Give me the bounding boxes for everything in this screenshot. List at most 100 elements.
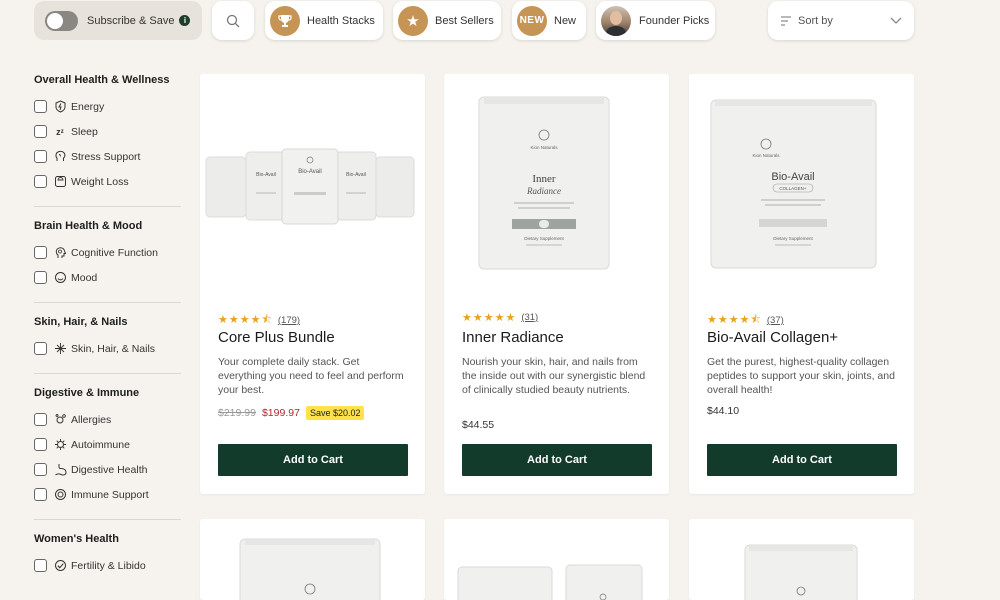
filter-autoimmune[interactable]: Autoimmune [34, 432, 181, 457]
product-title[interactable]: Inner Radiance [462, 329, 564, 346]
pouch-note: Dietary Supplement [773, 236, 813, 241]
filter-label: Stress Support [71, 150, 141, 163]
filter-group-skin-hair-nails: Skin, Hair, & Nails Skin, Hair, & Nails [34, 316, 181, 374]
save-badge: Save $20.02 [305, 406, 365, 420]
product-card[interactable] [444, 519, 669, 600]
stomach-icon [53, 463, 67, 477]
checkbox[interactable] [34, 463, 47, 476]
filter-group-title: Overall Health & Wellness [34, 74, 170, 86]
chip-best-sellers[interactable]: ★ Best Sellers [393, 1, 501, 40]
checkbox[interactable] [34, 125, 47, 138]
sale-price: $199.97 [261, 407, 300, 419]
product-description: Nourish your skin, hair, and nails from … [462, 356, 646, 396]
filter-mood[interactable]: Mood [34, 265, 181, 290]
product-image[interactable] [444, 519, 669, 600]
search-button[interactable] [212, 1, 254, 40]
price-row: $44.55 [462, 419, 494, 431]
filter-group-digestive-immune: Digestive & Immune Allergies Autoimmune … [34, 387, 181, 520]
pouch-name: Bio-Avail [771, 171, 814, 183]
add-to-cart-button[interactable]: Add to Cart [462, 444, 652, 476]
product-description: Your complete daily stack. Get everythin… [218, 356, 404, 396]
add-to-cart-button[interactable]: Add to Cart [218, 444, 408, 476]
checkbox[interactable] [34, 342, 47, 355]
add-to-cart-button[interactable]: Add to Cart [707, 444, 897, 476]
product-title[interactable]: Core Plus Bundle [218, 329, 335, 346]
chip-label: Founder Picks [639, 14, 710, 27]
filter-weight-loss[interactable]: Weight Loss [34, 169, 181, 194]
checkbox[interactable] [34, 488, 47, 501]
pouch-label: Bio-Avail [256, 172, 276, 178]
filter-digestive-health[interactable]: Digestive Health [34, 457, 181, 482]
filter-label: Fertility & Libido [71, 559, 146, 572]
price-row: $44.10 [707, 405, 739, 417]
product-card-core-plus-bundle[interactable]: Bio-Avail Bio-Avail Bio-Avail ★★★★⯪ (179… [200, 74, 425, 494]
chip-new[interactable]: NEW New [512, 1, 586, 40]
product-title[interactable]: Bio-Avail Collagen+ [707, 329, 838, 346]
checkbox[interactable] [34, 150, 47, 163]
chip-label: Health Stacks [307, 14, 375, 27]
sort-icon [781, 15, 791, 26]
filter-sidebar: Overall Health & Wellness Energy zᶻ Slee… [34, 72, 181, 600]
checkbox[interactable] [34, 413, 47, 426]
product-image[interactable]: Kion Naturals Inner Radiance Dietary Sup… [444, 74, 669, 304]
review-count[interactable]: (179) [278, 315, 300, 326]
star-rating-icon: ★★★★★ [462, 312, 517, 324]
filter-label: Digestive Health [71, 463, 148, 476]
filter-label: Autoimmune [71, 438, 130, 451]
checkbox[interactable] [34, 100, 47, 113]
filter-label: Weight Loss [71, 175, 129, 188]
checkbox[interactable] [34, 271, 47, 284]
pouch-label: Bio-Avail [298, 169, 322, 175]
checkbox[interactable] [34, 438, 47, 451]
filter-allergies[interactable]: Allergies [34, 407, 181, 432]
product-image[interactable]: Bio-Avail Bio-Avail Bio-Avail [200, 74, 425, 304]
subscribe-save-toggle[interactable]: Subscribe & Save i [34, 1, 202, 40]
filter-group-title: Skin, Hair, & Nails [34, 316, 128, 328]
filter-cognitive-function[interactable]: Cognitive Function [34, 240, 181, 265]
filter-immune-support[interactable]: Immune Support [34, 482, 181, 507]
stress-brain-icon [53, 150, 67, 164]
chip-health-stacks[interactable]: Health Stacks [265, 1, 383, 40]
price-row: $219.99 $199.97 Save $20.02 [218, 406, 365, 420]
trophy-icon [270, 5, 300, 36]
product-card-bio-avail-collagen[interactable]: Kion Naturals Bio-Avail COLLAGEN+ Dietar… [689, 74, 914, 494]
filter-group-womens-health: Women's Health Fertility & Libido [34, 533, 181, 590]
filter-label: Mood [71, 271, 98, 284]
review-count[interactable]: (31) [521, 312, 538, 323]
subscribe-label: Subscribe & Save [87, 14, 175, 27]
sort-label: Sort by [798, 14, 833, 27]
product-card[interactable] [689, 519, 914, 600]
filter-group-brain-health: Brain Health & Mood Cognitive Function M… [34, 220, 181, 303]
pouch-brand: Kion Naturals [530, 145, 558, 150]
rating[interactable]: ★★★★⯪ (37) [707, 311, 784, 330]
filter-skin-hair-nails[interactable]: Skin, Hair, & Nails [34, 336, 181, 361]
filter-fertility-libido[interactable]: Fertility & Libido [34, 553, 181, 578]
chip-founder-picks[interactable]: Founder Picks [596, 1, 715, 40]
product-image[interactable] [689, 519, 914, 600]
info-icon[interactable]: i [179, 15, 191, 26]
product-image[interactable]: Kion Naturals Bio-Avail COLLAGEN+ Dietar… [689, 74, 914, 304]
star-rating-icon: ★★★★⯪ [218, 314, 273, 326]
new-badge-icon: NEW [517, 5, 547, 36]
search-icon [226, 14, 240, 27]
rating[interactable]: ★★★★★ (31) [462, 311, 538, 324]
product-card-inner-radiance[interactable]: Kion Naturals Inner Radiance Dietary Sup… [444, 74, 669, 494]
check-circle-icon [53, 559, 67, 573]
filter-stress-support[interactable]: Stress Support [34, 144, 181, 169]
toggle-switch[interactable] [45, 10, 78, 31]
filter-label: Cognitive Function [71, 246, 158, 259]
product-image[interactable] [200, 519, 425, 600]
pouch-subtitle: COLLAGEN+ [779, 186, 807, 191]
checkbox[interactable] [34, 175, 47, 188]
filter-sleep[interactable]: zᶻ Sleep [34, 119, 181, 144]
checkbox[interactable] [34, 246, 47, 259]
filter-group-overall-health: Overall Health & Wellness Energy zᶻ Slee… [34, 74, 181, 207]
review-count[interactable]: (37) [767, 315, 784, 326]
rating[interactable]: ★★★★⯪ (179) [218, 311, 300, 330]
checkbox[interactable] [34, 559, 47, 572]
sort-dropdown[interactable]: Sort by [768, 1, 914, 40]
price: $44.55 [462, 419, 495, 431]
price: $44.10 [707, 405, 740, 417]
filter-energy[interactable]: Energy [34, 94, 181, 119]
product-card[interactable] [200, 519, 425, 600]
